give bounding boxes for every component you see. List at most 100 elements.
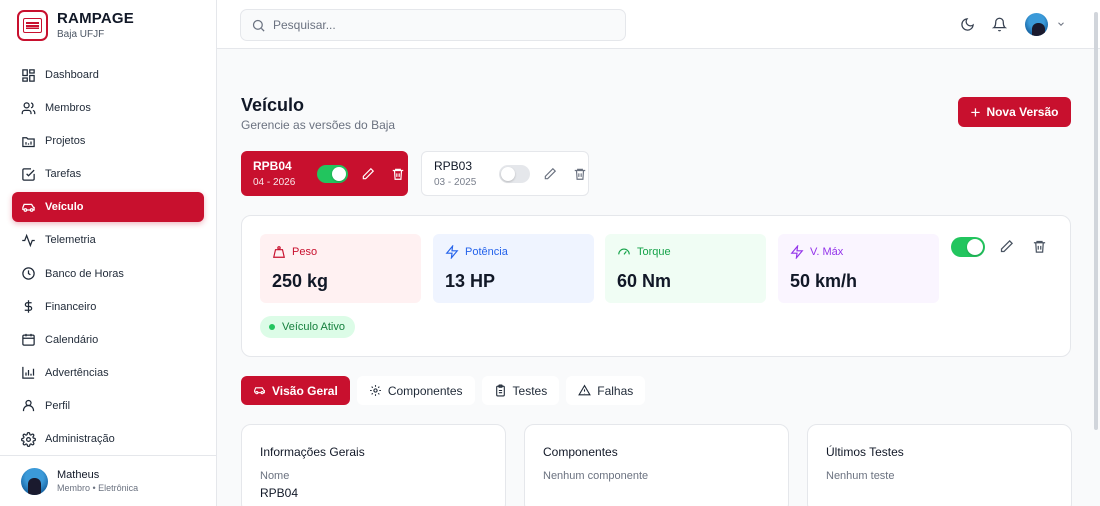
general-info-panel: Informações Gerais Nome RPB04 (241, 424, 506, 506)
tab-visao-geral[interactable]: Visão Geral (241, 376, 350, 405)
vehicle-active-toggle[interactable] (951, 237, 985, 257)
new-version-button[interactable]: + Nova Versão (958, 97, 1071, 127)
sidebar-item-veiculo[interactable]: Veículo (12, 192, 204, 223)
trash-icon[interactable] (573, 167, 587, 181)
tab-testes[interactable]: Testes (481, 376, 560, 405)
checkbox-icon (22, 168, 35, 181)
version-date: 04 - 2026 (253, 176, 296, 188)
car-icon (22, 203, 35, 212)
recent-tests-panel: Últimos Testes Nenhum teste (807, 424, 1072, 506)
new-version-label: Nova Versão (986, 105, 1059, 119)
folder-icon (22, 136, 35, 147)
spec-label: Potência (465, 246, 508, 258)
search-icon (252, 19, 265, 32)
edit-icon[interactable] (999, 239, 1014, 254)
sidebar-item-label: Dashboard (45, 69, 99, 81)
plus-icon: + (970, 102, 981, 122)
dashboard-icon (22, 68, 35, 82)
sidebar-nav: Dashboard Membros Projetos Tarefas Veícu… (12, 60, 204, 457)
avatar[interactable] (1025, 13, 1048, 36)
users-icon (21, 101, 36, 114)
trash-icon[interactable] (1032, 239, 1047, 254)
tab-label: Testes (512, 383, 548, 398)
sidebar-item-advertencias[interactable]: Advertências (12, 358, 204, 388)
sidebar-item-calendario[interactable]: Calendário (12, 325, 204, 355)
status-dot (269, 324, 275, 330)
sidebar-item-label: Administração (45, 433, 115, 446)
moon-icon[interactable] (960, 17, 975, 32)
sidebar-item-label: Financeiro (45, 300, 97, 313)
sidebar-item-label: Tarefas (45, 168, 82, 181)
sidebar-item-label: Veículo (45, 201, 84, 214)
field-value: RPB04 (260, 486, 299, 500)
lightning-icon (445, 245, 459, 259)
tab-bar: Visão Geral Componentes Testes Falhas (241, 376, 652, 405)
edit-icon[interactable] (361, 167, 375, 181)
gear-icon (369, 385, 381, 396)
sidebar-item-projetos[interactable]: Projetos (12, 126, 204, 156)
gear-icon (21, 431, 36, 447)
version-toggle[interactable] (317, 164, 348, 183)
scrollbar[interactable] (1094, 12, 1098, 430)
search-input[interactable] (273, 18, 603, 32)
version-toggle[interactable] (499, 164, 530, 183)
user-role: Membro • Eletrônica (57, 483, 139, 493)
components-panel: Componentes Nenhum componente (524, 424, 789, 506)
team-logo (17, 9, 48, 41)
version-card[interactable]: RPB03 03 - 2025 (421, 151, 589, 196)
sidebar-item-administracao[interactable]: Administração (12, 424, 204, 454)
activity-icon (22, 233, 35, 248)
tab-label: Falhas (597, 383, 634, 398)
lightning-icon (790, 245, 804, 259)
sidebar-item-label: Projetos (45, 135, 86, 148)
gauge-icon (618, 248, 630, 255)
tab-falhas[interactable]: Falhas (566, 376, 646, 405)
search-box[interactable] (240, 9, 626, 41)
page-title: Veículo (241, 95, 305, 115)
spec-max-speed: V. Máx 50 km/h (778, 234, 939, 303)
empty-state: Nenhum teste (826, 470, 895, 482)
bar-chart-icon (22, 367, 35, 380)
page-subtitle: Gerencie as versões do Baja (241, 118, 396, 132)
sidebar-item-label: Telemetria (45, 234, 96, 247)
sidebar-item-dashboard[interactable]: Dashboard (12, 60, 204, 90)
sidebar-item-membros[interactable]: Membros (12, 93, 204, 123)
avatar (21, 467, 48, 495)
dollar-icon (24, 300, 33, 313)
sidebar-item-telemetria[interactable]: Telemetria (12, 225, 204, 255)
version-card-active[interactable]: RPB04 04 - 2026 (241, 151, 408, 196)
user-icon (22, 400, 35, 412)
calendar-icon (22, 334, 35, 346)
brand[interactable]: RAMPAGE Baja UFJF (17, 9, 134, 41)
sidebar-item-tarefas[interactable]: Tarefas (12, 159, 204, 189)
chevron-down-icon[interactable] (1056, 19, 1066, 29)
brand-title: RAMPAGE (57, 9, 134, 27)
edit-icon[interactable] (543, 167, 557, 181)
user-profile[interactable]: Matheus Membro • Eletrônica (0, 455, 216, 506)
sidebar-item-label: Membros (45, 102, 91, 115)
bell-icon[interactable] (992, 17, 1007, 32)
spec-value: 60 Nm (617, 271, 672, 291)
sidebar-item-label: Banco de Horas (45, 267, 124, 280)
sidebar-item-label: Calendário (45, 333, 99, 346)
vehicle-specs-card: Peso 250 kg Potência 13 HP Torque 60 Nm … (241, 215, 1071, 357)
car-icon (254, 387, 265, 395)
version-name: RPB03 (434, 158, 473, 173)
tab-componentes[interactable]: Componentes (356, 376, 475, 405)
user-name: Matheus (57, 469, 100, 481)
sidebar-item-label: Advertências (45, 366, 109, 379)
field-label: Nome (260, 470, 290, 482)
brand-subtitle: Baja UFJF (57, 28, 105, 40)
panel-title: Informações Gerais (260, 445, 365, 459)
sidebar-item-financeiro[interactable]: Financeiro (12, 292, 204, 322)
spec-value: 50 km/h (790, 271, 858, 291)
sidebar-item-label: Perfil (45, 399, 71, 412)
status-text: Veículo Ativo (282, 321, 345, 333)
weight-icon (273, 246, 285, 258)
sidebar: RAMPAGE Baja UFJF Dashboard Membros Proj… (0, 0, 217, 506)
sidebar-item-banco-de-horas[interactable]: Banco de Horas (12, 259, 204, 289)
empty-state: Nenhum componente (543, 470, 649, 482)
trash-icon[interactable] (391, 167, 405, 181)
clock-icon (22, 267, 35, 280)
sidebar-item-perfil[interactable]: Perfil (12, 391, 204, 421)
